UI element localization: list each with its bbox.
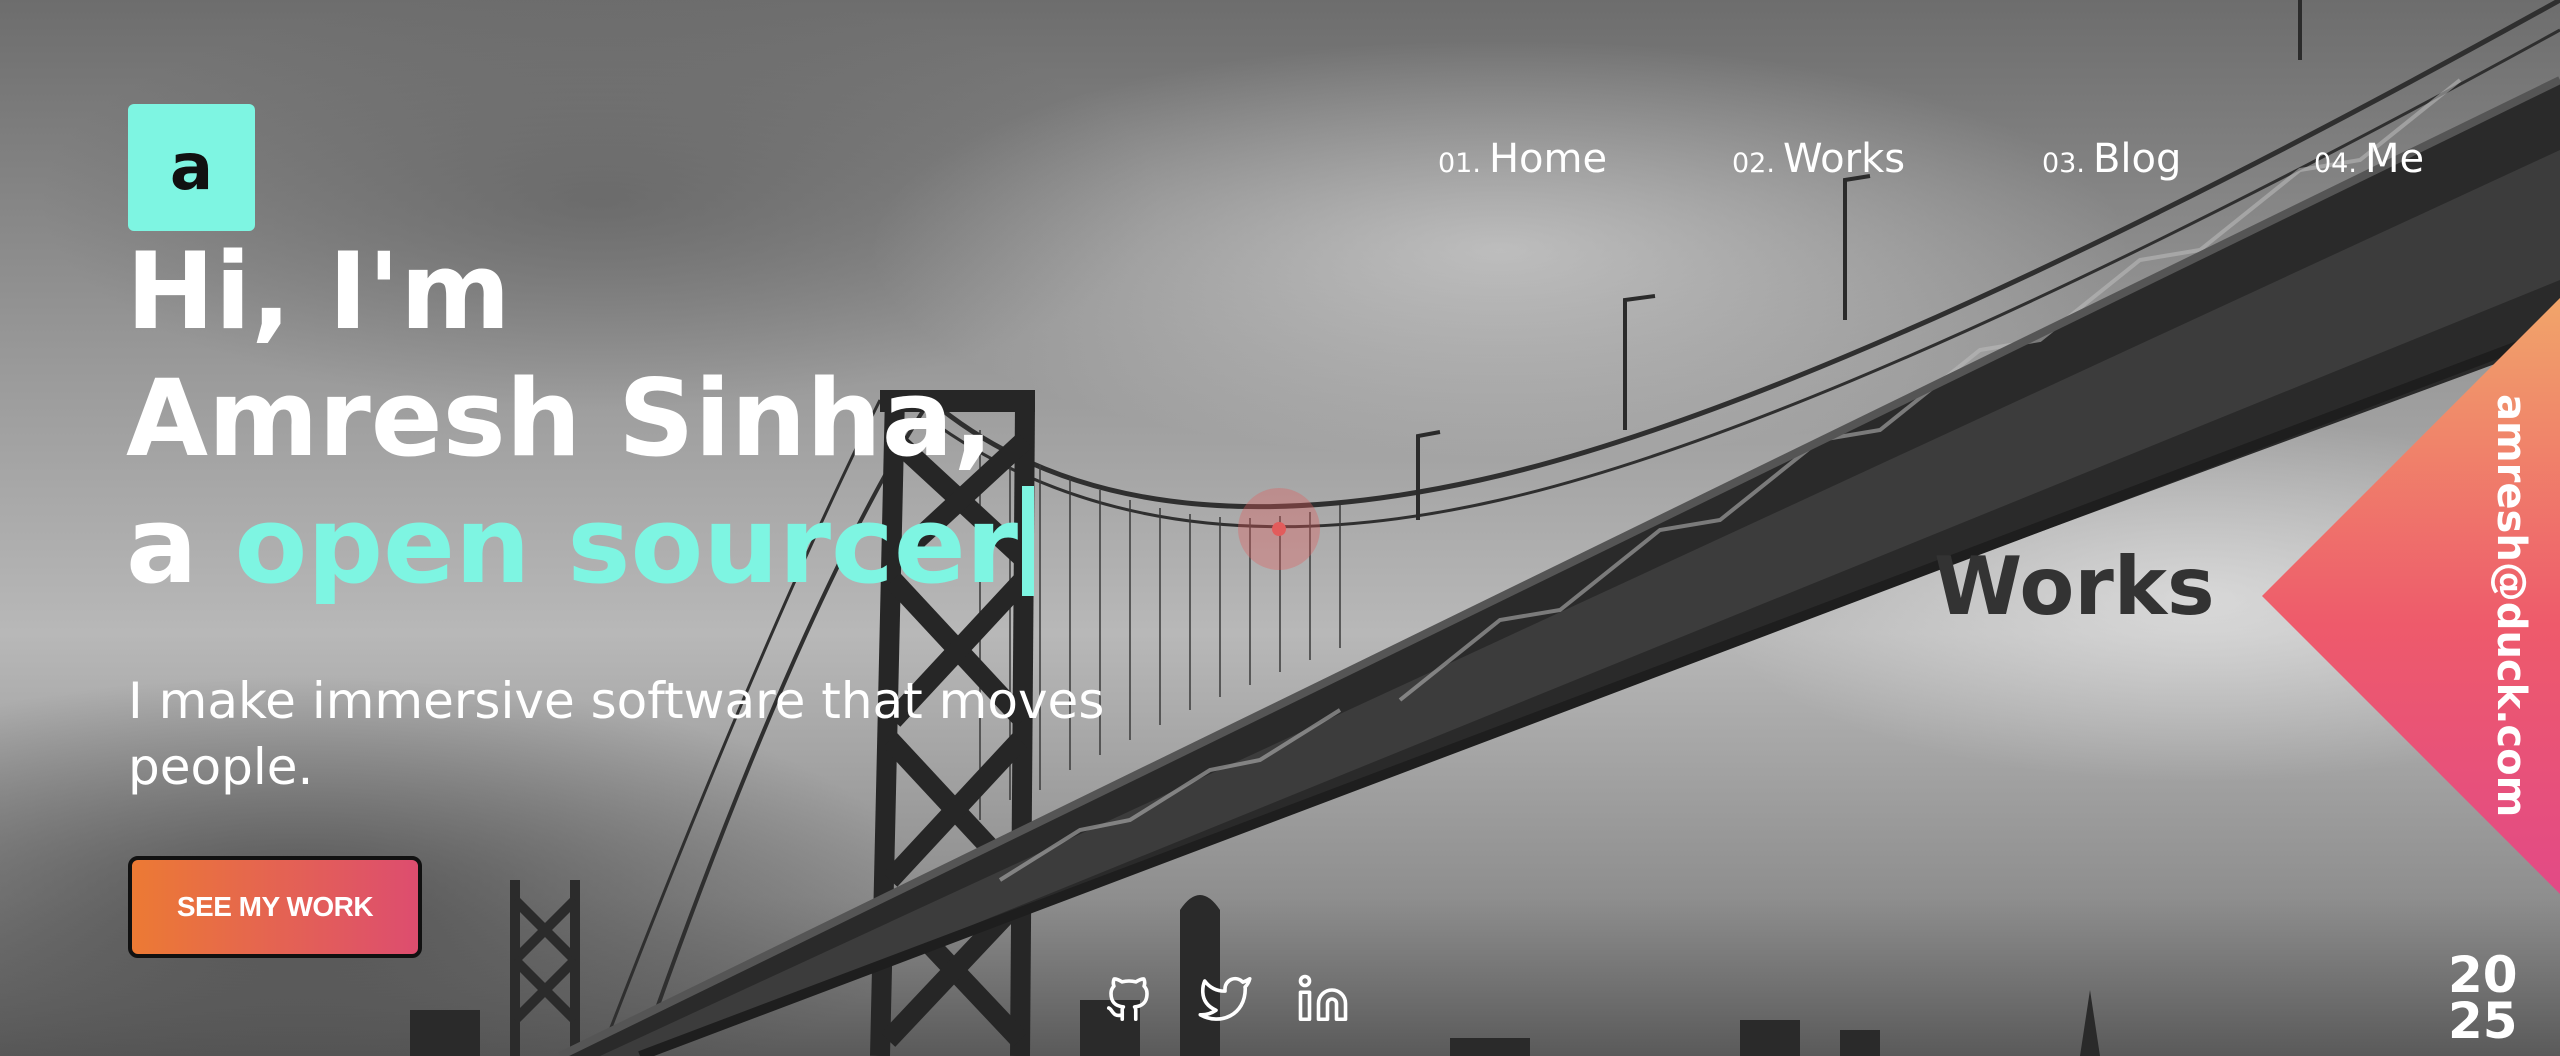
typing-cursor	[1022, 486, 1035, 596]
nav-item-me[interactable]: 04. Me	[2314, 136, 2424, 182]
github-link[interactable]	[1102, 972, 1156, 1026]
hero-section: a 01. Home 02. Works 03. Blog 04. Me Hi, I'm…	[0, 0, 2560, 1056]
nav-item-blog[interactable]: 03. Blog	[2042, 136, 2181, 182]
nav-item-number: 03.	[2042, 148, 2085, 179]
see-my-work-button[interactable]: SEE MY WORK	[128, 856, 422, 958]
year-label: 20 25	[2448, 950, 2518, 1050]
hero-headline: Hi, I'm Amresh Sinha, a open sourcer	[126, 228, 1035, 609]
nav-item-home[interactable]: 01. Home	[1438, 136, 1607, 182]
linkedin-link[interactable]	[1296, 972, 1350, 1026]
nav-item-works[interactable]: 02. Works	[1732, 136, 1905, 182]
nav-item-label: Me	[2364, 136, 2425, 182]
nav-item-label: Home	[1488, 136, 1608, 182]
main-nav: 01. Home 02. Works 03. Blog 04. Me	[0, 136, 2560, 196]
github-icon	[1106, 977, 1149, 1022]
section-label: Works	[1934, 540, 2215, 633]
nav-item-number: 02.	[1732, 148, 1775, 179]
year-bottom: 25	[2448, 992, 2518, 1050]
cursor-follower-dot	[1238, 488, 1320, 570]
headline-line-3-prefix: a	[126, 484, 235, 607]
headline-typed-role: open sourcer	[234, 484, 1019, 607]
headline-line-2: Amresh Sinha,	[126, 357, 994, 480]
twitter-icon	[1198, 976, 1252, 1021]
nav-item-label: Blog	[2092, 136, 2182, 182]
twitter-link[interactable]	[1198, 972, 1252, 1026]
hero-tagline: I make immersive software that moves peo…	[128, 672, 1105, 796]
linkedin-icon	[1298, 974, 1348, 1022]
nav-item-number: 04.	[2314, 148, 2357, 179]
headline-line-1: Hi, I'm	[126, 230, 511, 353]
nav-item-number: 01.	[1438, 148, 1481, 179]
see-my-work-label: SEE MY WORK	[176, 891, 374, 922]
email-link[interactable]: amresh@duck.com	[2462, 394, 2534, 817]
nav-item-label: Works	[1782, 136, 1906, 182]
